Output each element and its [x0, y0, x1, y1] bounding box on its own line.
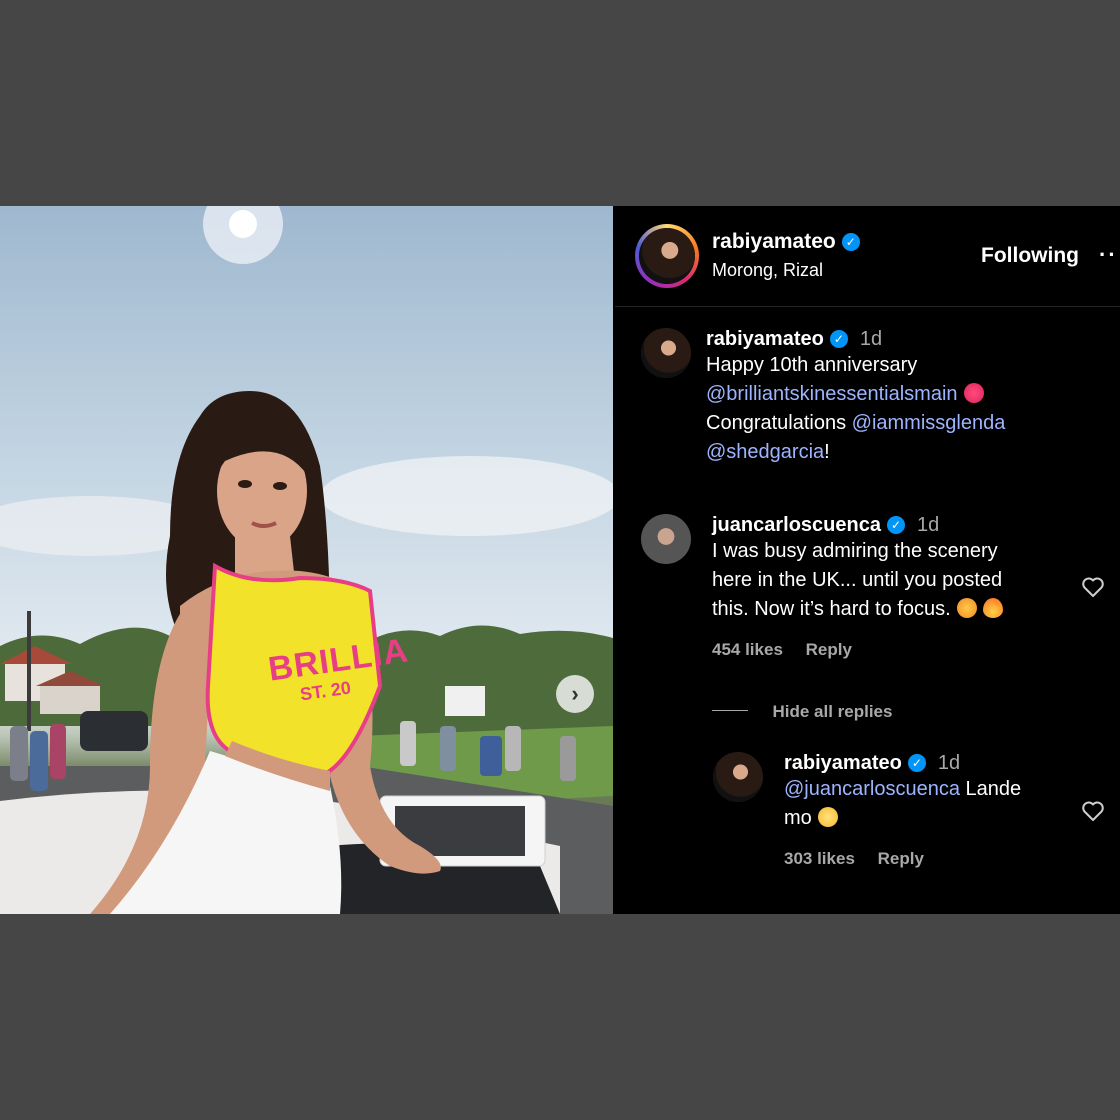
reply-avatar[interactable]: [713, 752, 763, 802]
fire-emoji-icon: [982, 598, 1003, 618]
mention-link[interactable]: @iammissglenda: [852, 412, 1006, 434]
author-avatar-ring[interactable]: [635, 224, 699, 288]
reply-line: mo: [784, 807, 812, 829]
caption-line: Happy 10th anniversary: [706, 354, 918, 376]
caption-end: !: [824, 441, 830, 463]
comment-line: this. Now it’s hard to focus.: [712, 598, 951, 620]
hot-face-emoji-icon: [956, 598, 977, 618]
reply-line: Lande: [965, 778, 1022, 800]
author-avatar: [639, 228, 695, 284]
author-username[interactable]: rabiyamateo: [712, 230, 836, 253]
verified-badge-icon: ✓: [907, 754, 926, 772]
comment-line: here in the UK... until you posted: [712, 569, 1003, 591]
next-photo-button[interactable]: ›: [556, 675, 594, 713]
hide-replies-button[interactable]: Hide all replies: [772, 702, 892, 721]
comment-username[interactable]: juancarloscuenca: [712, 514, 881, 536]
photo-illustration: [0, 206, 613, 914]
verified-badge-icon: ✓: [829, 330, 848, 348]
comment-line: I was busy admiring the scenery: [712, 540, 998, 562]
caption-username[interactable]: rabiyamateo: [706, 328, 824, 350]
comment-text: I was busy admiring the scenery here in …: [712, 537, 1072, 624]
heart-icon[interactable]: [1081, 575, 1105, 599]
reply-meta: 303 likes Reply: [784, 849, 1074, 869]
comment-likes[interactable]: 454 likes: [712, 640, 783, 659]
heart-emoji-icon: [963, 383, 984, 403]
verified-badge-icon: ✓: [841, 233, 860, 251]
following-button[interactable]: Following: [981, 244, 1079, 268]
reply-time[interactable]: 1d: [938, 752, 960, 774]
reply-text: @juancarloscuenca Lande mo: [784, 775, 1074, 833]
comments-panel: rabiyamateo ✓ Morong, Rizal Following ·· …: [615, 206, 1120, 914]
hide-replies-row[interactable]: Hide all replies: [712, 702, 1012, 722]
flushed-emoji-icon: [817, 807, 838, 827]
verified-badge-icon: ✓: [886, 516, 905, 534]
mention-link[interactable]: @juancarloscuenca: [784, 778, 960, 800]
comment-time[interactable]: 1d: [917, 514, 939, 536]
chevron-right-icon: ›: [571, 681, 579, 706]
caption-time[interactable]: 1d: [860, 328, 882, 350]
reply-likes[interactable]: 303 likes: [784, 849, 855, 868]
post-header: rabiyamateo ✓ Morong, Rizal Following ··: [615, 206, 1120, 307]
comment-reply-button[interactable]: Reply: [806, 640, 852, 659]
mention-link[interactable]: @brilliantskinessentialsmain: [706, 383, 958, 405]
comment: juancarloscuenca ✓ 1d I was busy admiring …: [712, 514, 1072, 660]
caption-avatar[interactable]: [641, 328, 691, 378]
mention-link[interactable]: @shedgarcia: [706, 441, 824, 463]
more-options-icon[interactable]: ··: [1099, 242, 1118, 268]
caption: rabiyamateo ✓ 1d Happy 10th anniversary @b…: [706, 328, 1106, 467]
reply: rabiyamateo ✓ 1d @juancarloscuenca Lande m…: [784, 752, 1074, 869]
post-location[interactable]: Morong, Rizal: [712, 260, 823, 281]
reply-username[interactable]: rabiyamateo: [784, 752, 902, 774]
divider-line: [712, 710, 748, 711]
heart-icon[interactable]: [1081, 799, 1105, 823]
post-photo[interactable]: BRILLIA ST. 20 ›: [0, 206, 613, 914]
reply-reply-button[interactable]: Reply: [878, 849, 924, 868]
commenter-avatar[interactable]: [641, 514, 691, 564]
comment-meta: 454 likes Reply: [712, 640, 1072, 660]
caption-line: Congratulations: [706, 412, 847, 434]
caption-text: Happy 10th anniversary @brilliantskiness…: [706, 351, 1106, 467]
post-modal: BRILLIA ST. 20 › rabiyamateo ✓ Morong, Ri…: [0, 206, 1120, 914]
